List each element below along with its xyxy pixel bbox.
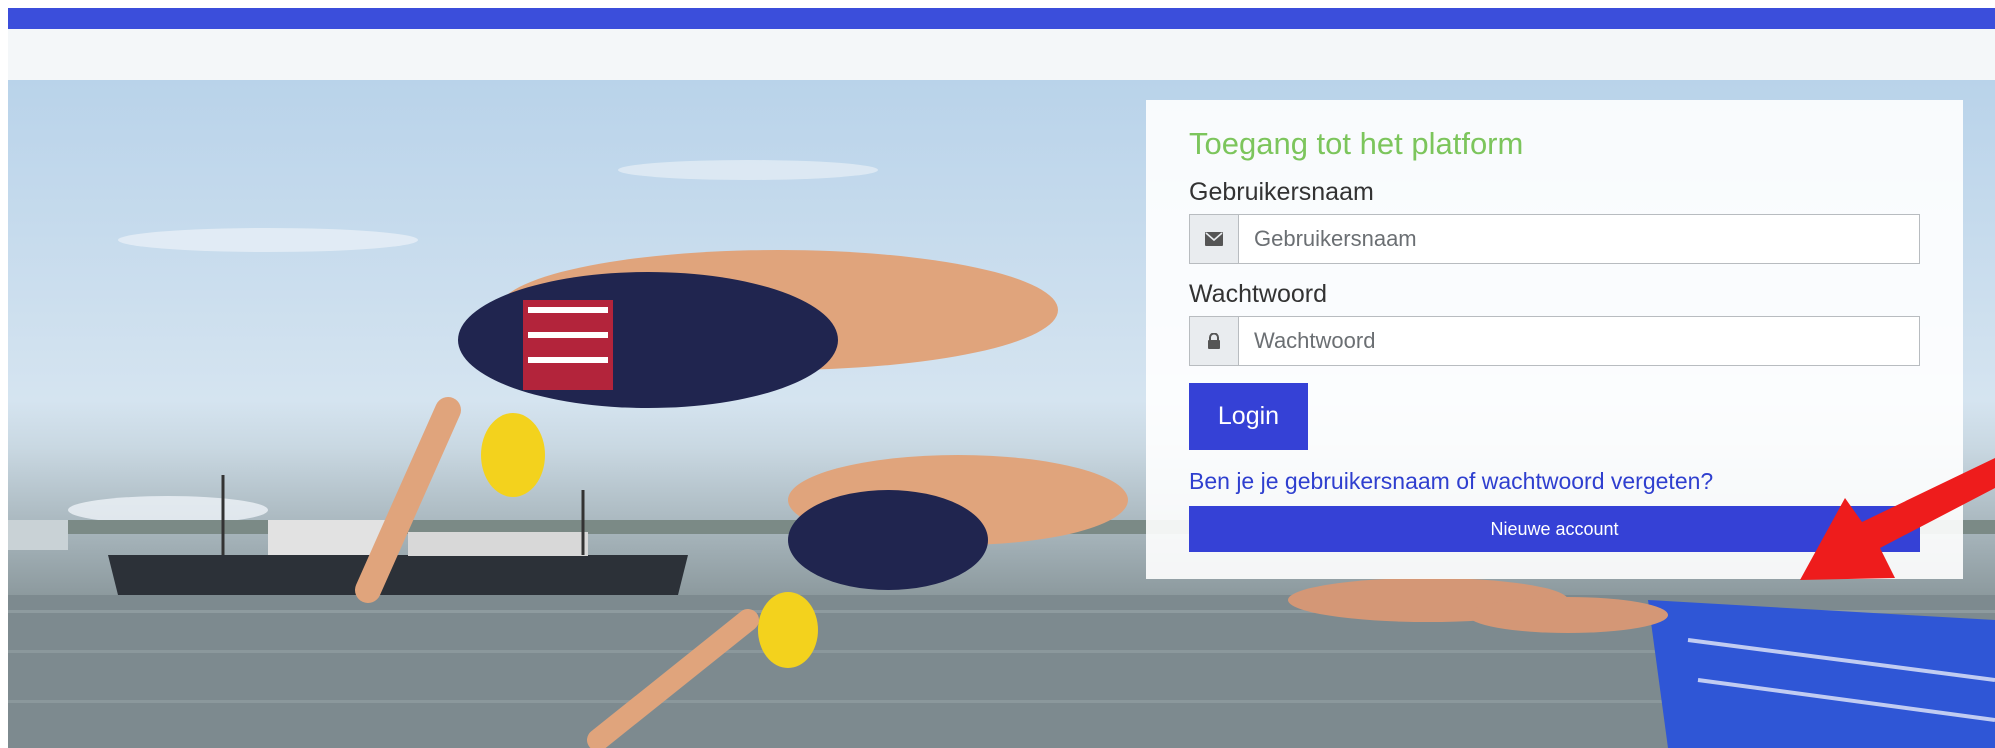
login-title: Toegang tot het platform xyxy=(1189,126,1524,161)
username-label: Gebruikersnaam xyxy=(1189,178,1374,206)
forgot-credentials-link[interactable]: Ben je je gebruikersnaam of wachtwoord v… xyxy=(1189,468,1713,495)
password-input[interactable] xyxy=(1239,317,1919,365)
lock-icon xyxy=(1190,317,1239,365)
top-accent-bar xyxy=(8,8,1995,29)
username-field-group xyxy=(1189,214,1920,264)
envelope-icon xyxy=(1190,215,1239,263)
header-bar xyxy=(8,29,1995,80)
login-button[interactable]: Login xyxy=(1189,383,1308,450)
username-input[interactable] xyxy=(1239,215,1919,263)
password-label: Wachtwoord xyxy=(1189,280,1328,308)
red-arrow-icon xyxy=(1800,458,1995,580)
password-field-group xyxy=(1189,316,1920,366)
